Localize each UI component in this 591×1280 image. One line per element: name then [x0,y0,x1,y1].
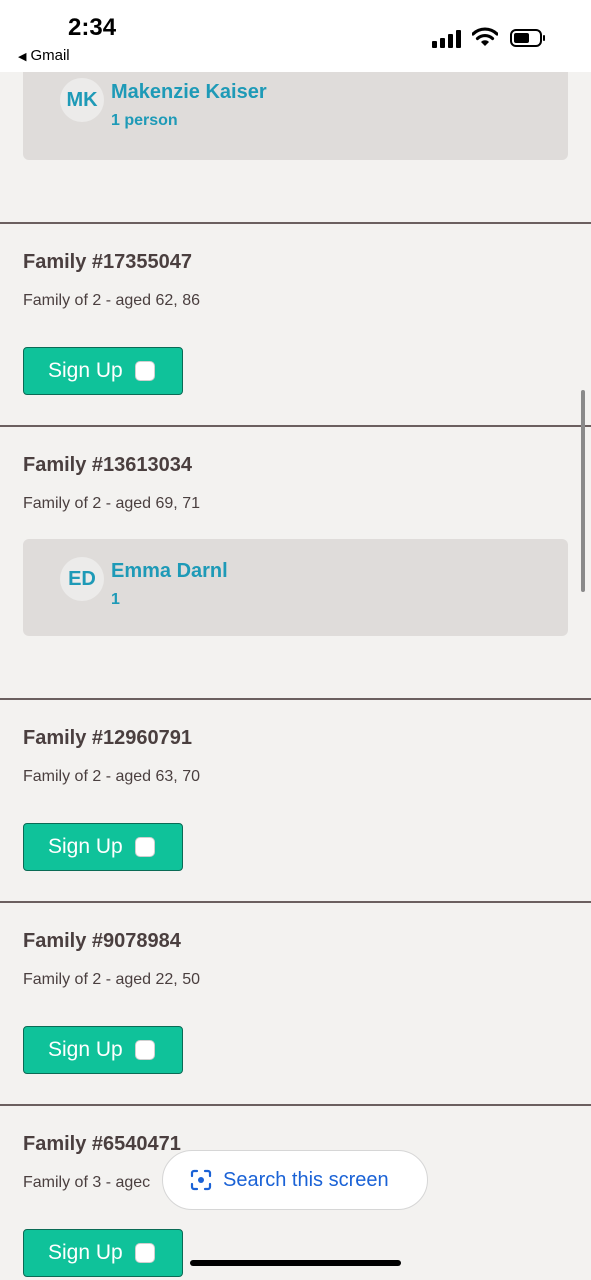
divider [0,1104,591,1106]
sign-up-button[interactable]: Sign Up [23,1229,183,1277]
sign-up-label: Sign Up [48,359,123,382]
back-arrow-icon: ◀ [18,51,27,63]
sign-up-label: Sign Up [48,835,123,858]
sign-up-label: Sign Up [48,1038,123,1061]
family-title: Family #13613034 [23,454,193,476]
volunteer-name-link[interactable]: Emma Darnl [111,560,228,583]
cellular-signal-icon [432,30,462,48]
family-title: Family #6540471 [23,1133,181,1155]
volunteer-card: ED Emma Darnl 1 [23,539,568,636]
volunteer-count: 1 person [111,112,178,129]
back-label: Gmail [30,47,70,64]
volunteer-card: MK Makenzie Kaiser 1 person [23,60,568,160]
family-description: Family of 2 - aged 22, 50 [23,971,200,988]
avatar: MK [60,78,104,122]
sign-up-checkbox[interactable] [134,1243,155,1263]
sign-up-checkbox[interactable] [134,837,155,857]
home-indicator[interactable] [190,1260,401,1266]
sign-up-button[interactable]: Sign Up [23,347,183,395]
volunteer-name-link[interactable]: Makenzie Kaiser [111,81,267,104]
volunteer-count: 1 [111,591,120,608]
avatar: ED [60,557,104,601]
wifi-icon [472,27,498,46]
divider [0,901,591,903]
family-title: Family #9078984 [23,930,181,952]
lens-camera-icon [190,1169,212,1191]
search-this-screen-label: Search this screen [223,1168,389,1191]
divider [0,698,591,700]
sign-up-checkbox[interactable] [134,1040,155,1060]
divider [0,425,591,427]
family-description: Family of 2 - aged 62, 86 [23,292,200,309]
sign-up-checkbox[interactable] [134,361,155,381]
family-title: Family #12960791 [23,727,193,749]
divider [0,222,591,224]
back-to-gmail-link[interactable]: ◀ Gmail [18,47,70,64]
family-title: Family #17355047 [23,251,193,273]
battery-icon [510,29,545,47]
search-this-screen-button[interactable]: Search this screen [162,1150,428,1210]
sign-up-button[interactable]: Sign Up [23,1026,183,1074]
scrollbar[interactable] [581,390,585,592]
family-description: Family of 2 - aged 69, 71 [23,495,200,512]
sign-up-button[interactable]: Sign Up [23,823,183,871]
family-description: Family of 3 - agec [23,1174,151,1191]
status-bar: 2:34 ◀ Gmail [0,0,591,72]
sign-up-label: Sign Up [48,1241,123,1264]
family-description: Family of 2 - aged 63, 70 [23,768,200,785]
status-time: 2:34 [68,14,117,41]
